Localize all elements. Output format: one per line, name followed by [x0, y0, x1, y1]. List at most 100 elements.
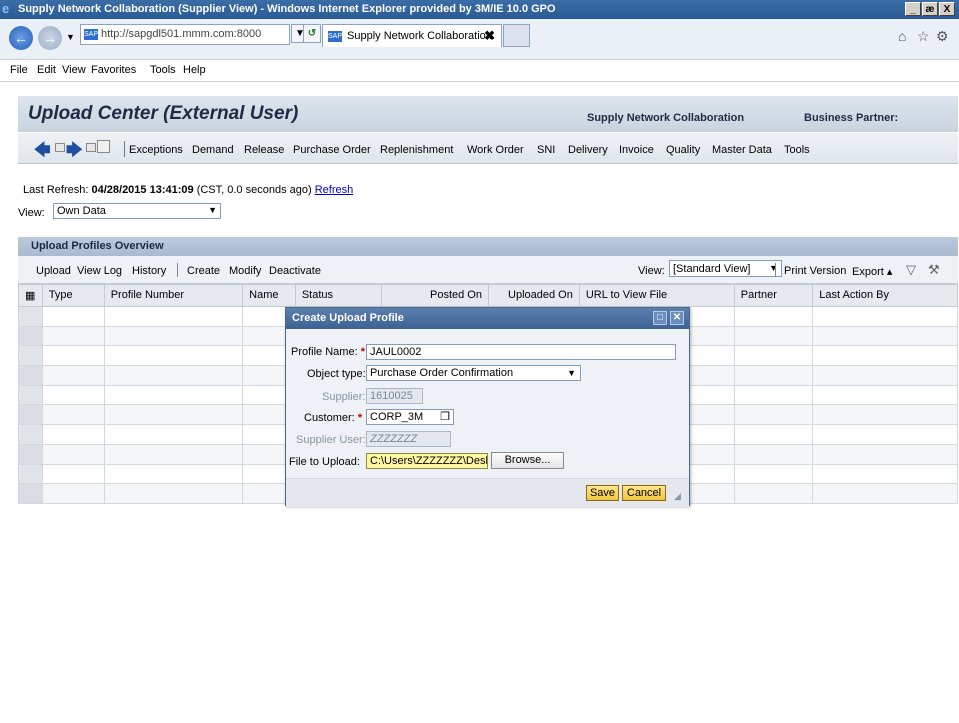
deactivate-button[interactable]: Deactivate [269, 265, 321, 277]
panel-title: Upload Profiles Overview [31, 240, 164, 252]
history-dropdown-icon[interactable]: ▼ [66, 32, 75, 42]
file-path-input[interactable]: C:\Users\ZZZZZZZ\Deskt [366, 453, 488, 469]
toolbar-separator [177, 263, 178, 277]
profile-name-label: Profile Name: * [291, 346, 365, 358]
toolbar-separator [775, 263, 776, 277]
col-last-action-by[interactable]: Last Action By [812, 284, 958, 307]
create-button[interactable]: Create [187, 265, 220, 277]
col-profile-number[interactable]: Profile Number [103, 284, 244, 307]
forward-arrow-icon[interactable]: → [38, 26, 62, 50]
close-tab-icon[interactable]: ✖ [484, 28, 495, 44]
col-uploaded-on[interactable]: Uploaded On [487, 284, 580, 307]
home-icon[interactable]: ⌂ [898, 28, 906, 44]
supplier-field: 1610025 [366, 388, 423, 404]
back-arrow-icon[interactable]: 🡄 [34, 139, 51, 166]
menu-bar: File Edit View Favorites Tools Help [0, 60, 959, 82]
col-posted-on[interactable]: Posted On [380, 284, 489, 307]
panel-header: Upload Profiles Overview [18, 237, 958, 256]
maximize-button[interactable]: æ [922, 2, 938, 16]
history-back-icon[interactable] [55, 143, 65, 152]
menu-help[interactable]: Help [183, 64, 206, 76]
nav-tools[interactable]: Tools [784, 144, 810, 156]
favorites-icon[interactable] [97, 140, 110, 153]
save-button[interactable]: Save [586, 485, 619, 501]
profile-name-input[interactable]: JAUL0002 [366, 344, 676, 360]
nav-delivery[interactable]: Delivery [568, 144, 608, 156]
resize-grip-icon[interactable]: ◢ [674, 491, 681, 502]
value-help-icon[interactable]: ❐ [440, 410, 450, 424]
main-nav: Exceptions Demand Release Purchase Order… [18, 133, 958, 164]
favorites-star-icon[interactable]: ☆ [917, 28, 930, 45]
menu-view[interactable]: View [62, 64, 86, 76]
customer-value: CORP_3M [370, 411, 424, 423]
chevron-down-icon: ▼ [769, 263, 778, 273]
col-name[interactable]: Name [242, 284, 296, 307]
view-select[interactable]: Own Data ▼ [53, 203, 221, 219]
settings-wrench-icon[interactable]: ⚒ [928, 262, 940, 278]
last-refresh-note: (CST, 0.0 seconds ago) [196, 184, 312, 196]
menu-edit[interactable]: Edit [37, 64, 56, 76]
upload-button[interactable]: Upload [36, 265, 71, 277]
menu-file[interactable]: File [10, 64, 28, 76]
dialog-header[interactable]: Create Upload Profile □ ✕ [286, 308, 689, 329]
object-type-label: Object type: [307, 368, 366, 380]
modify-button[interactable]: Modify [229, 265, 261, 277]
address-bar[interactable]: SAP http://sapgdl501.mmm.com:8000 [80, 24, 290, 45]
tab-label: Supply Network Collaboratio... [347, 30, 495, 42]
chevron-down-icon: ▼ [567, 368, 576, 378]
refresh-link[interactable]: Refresh [315, 184, 354, 196]
close-icon[interactable]: ✕ [670, 311, 684, 325]
menu-favorites[interactable]: Favorites [91, 64, 136, 76]
close-window-button[interactable]: X [939, 2, 955, 16]
menu-tools[interactable]: Tools [150, 64, 176, 76]
file-to-upload-label: File to Upload: [289, 456, 360, 468]
col-status[interactable]: Status [294, 284, 382, 307]
business-partner-label: Business Partner: [804, 112, 899, 124]
back-arrow-icon[interactable]: ← [9, 26, 33, 50]
last-refresh-label: Last Refresh: [23, 184, 89, 196]
cancel-button[interactable]: Cancel [622, 485, 666, 501]
new-tab-button[interactable] [503, 24, 530, 47]
view-select-value: Own Data [57, 205, 106, 217]
page-title: Upload Center (External User) [28, 103, 299, 124]
nav-exceptions[interactable]: Exceptions [129, 144, 183, 156]
table-toolbar: Upload View Log History Create Modify De… [18, 256, 958, 284]
address-row: ← → ▼ SAP http://sapgdl501.mmm.com:8000 … [0, 19, 959, 60]
nav-purchase-order[interactable]: Purchase Order [293, 144, 371, 156]
select-all-icon[interactable]: ▦ [18, 284, 43, 307]
print-version-button[interactable]: Print Version [784, 265, 846, 277]
history-button[interactable]: History [132, 265, 166, 277]
view-label: View: [18, 207, 45, 219]
nav-work-order[interactable]: Work Order [467, 144, 524, 156]
object-type-select[interactable]: Purchase Order Confirmation ▼ [366, 365, 581, 381]
gear-icon[interactable]: ⚙ [936, 28, 949, 45]
nav-demand[interactable]: Demand [192, 144, 234, 156]
compatibility-icon[interactable]: ↺ [303, 24, 321, 43]
browser-title: Supply Network Collaboration (Supplier V… [18, 3, 556, 15]
nav-invoice[interactable]: Invoice [619, 144, 654, 156]
nav-master-data[interactable]: Master Data [712, 144, 772, 156]
filter-icon[interactable]: ▽ [906, 262, 916, 278]
customer-label: Customer: * [304, 412, 363, 424]
minimize-button[interactable]: _ [905, 2, 921, 16]
nav-release[interactable]: Release [244, 144, 284, 156]
table-view-select[interactable]: [Standard View] ▼ [669, 260, 782, 277]
nav-sni[interactable]: SNI [537, 144, 555, 156]
col-partner[interactable]: Partner [733, 284, 814, 307]
last-refresh-time: 04/28/2015 13:41:09 [91, 184, 194, 196]
col-type[interactable]: Type [41, 284, 105, 307]
browser-tab[interactable]: SAP Supply Network Collaboratio... ✖ [322, 24, 502, 47]
col-url[interactable]: URL to View File [578, 284, 735, 307]
forward-arrow-icon[interactable]: 🡆 [66, 139, 83, 166]
browse-button[interactable]: Browse... [491, 452, 564, 469]
nav-quality[interactable]: Quality [666, 144, 700, 156]
sap-favicon-icon: SAP [84, 29, 99, 40]
view-log-button[interactable]: View Log [77, 265, 122, 277]
customer-input[interactable]: CORP_3M ❐ [366, 409, 454, 425]
export-button[interactable]: Export ▴ [852, 265, 892, 278]
address-url[interactable]: http://sapgdl501.mmm.com:8000 [101, 28, 261, 40]
nav-replenishment[interactable]: Replenishment [380, 144, 453, 156]
history-forward-icon[interactable] [86, 143, 96, 152]
chevron-down-icon: ▼ [208, 205, 217, 215]
maximize-icon[interactable]: □ [653, 311, 667, 325]
